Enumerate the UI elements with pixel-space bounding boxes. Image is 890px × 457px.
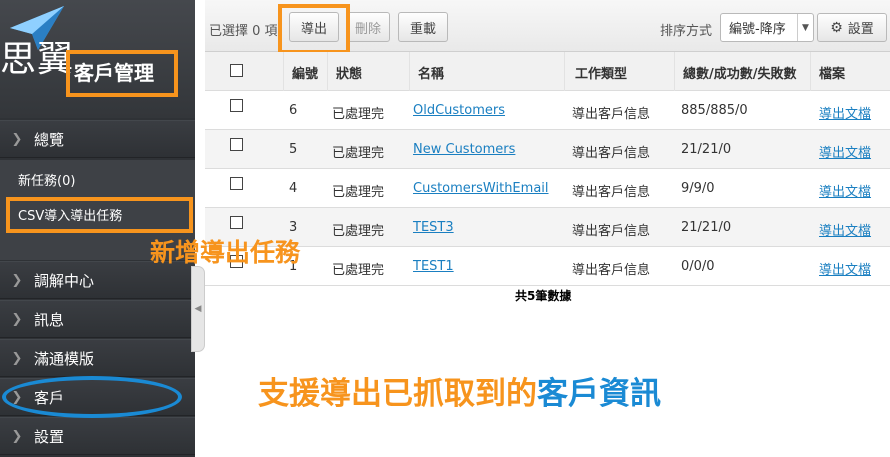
annotation-support-export-prefix: 支援導出已抓取到的: [258, 376, 537, 412]
export-file-link[interactable]: 導出文檔: [819, 142, 871, 161]
task-name-link[interactable]: TEST1: [413, 259, 454, 274]
select-all-checkbox[interactable]: [230, 64, 243, 77]
sort-select[interactable]: 編號-降序 ▼: [720, 13, 814, 42]
cell-type: 導出客戶信息: [572, 224, 651, 239]
table-footer-count: 共5筆數據: [515, 289, 572, 303]
cell-counts: 21/21/0: [681, 220, 732, 235]
cell-type: 導出客戶信息: [572, 146, 651, 161]
sort-select-value: 編號-降序: [729, 22, 786, 37]
chevron-right-icon: ❯: [11, 272, 23, 288]
export-file-link[interactable]: 導出文檔: [819, 181, 871, 200]
collapse-handle-icon[interactable]: ◀: [191, 266, 205, 352]
annotation-support-export: 支援導出已抓取到的客戶資訊: [258, 368, 661, 413]
cell-type: 導出客戶信息: [572, 107, 651, 122]
cell-counts: 21/21/0: [681, 142, 732, 157]
table-row[interactable]: 1 已處理完 TEST1 導出客戶信息 0/0/0 導出文檔: [205, 247, 890, 286]
row-checkbox[interactable]: [230, 138, 243, 151]
selected-count: 已選擇 0 項: [209, 24, 278, 39]
table-row[interactable]: 5 已處理完 New Customers 導出客戶信息 21/21/0 導出文檔: [205, 130, 890, 169]
row-checkbox[interactable]: [230, 99, 243, 112]
column-header: 工作類型: [575, 67, 628, 82]
task-name-link[interactable]: TEST3: [413, 220, 454, 235]
highlight-box-csv: [6, 197, 193, 233]
chevron-right-icon: ❯: [11, 311, 23, 327]
cell-counts: 885/885/0: [681, 103, 748, 118]
cell-id: 5: [289, 142, 298, 157]
sidebar-item-label: 調解中心: [34, 271, 95, 290]
annotation-new-export-task: 新增導出任務: [150, 238, 301, 267]
sidebar-item-label: 總覽: [34, 130, 65, 149]
highlight-box-title: [66, 50, 178, 97]
cell-type: 導出客戶信息: [572, 185, 651, 200]
highlight-box-export: [278, 4, 350, 54]
cell-status: 已處理完: [332, 107, 385, 122]
sidebar-item-overview[interactable]: ❯ 總覽: [0, 120, 195, 158]
export-file-link[interactable]: 導出文檔: [819, 220, 871, 239]
sidebar-item-label: 滿通模版: [34, 349, 95, 368]
chevron-right-icon: ❯: [11, 428, 23, 444]
cell-status: 已處理完: [332, 263, 385, 278]
row-checkbox[interactable]: [230, 216, 243, 229]
sidebar-subitem-new-tasks[interactable]: 新任務(0): [18, 170, 75, 189]
cell-counts: 0/0/0: [681, 259, 715, 274]
column-header: 總數/成功數/失敗數: [683, 67, 797, 82]
chevron-right-icon: ❯: [11, 350, 23, 366]
sidebar-item-settings[interactable]: ❯ 設置: [0, 417, 195, 455]
delete-button[interactable]: 刪除: [346, 12, 390, 42]
table-row[interactable]: 4 已處理完 CustomersWithEmail 導出客戶信息 9/9/0 導…: [205, 169, 890, 208]
cell-type: 導出客戶信息: [572, 263, 651, 278]
gear-icon: ⚙: [830, 19, 843, 36]
task-name-link[interactable]: New Customers: [413, 142, 515, 157]
column-header: 名稱: [418, 67, 445, 82]
sidebar-item-templates[interactable]: ❯ 滿通模版: [0, 339, 195, 377]
cell-id: 4: [289, 181, 298, 196]
column-header: 檔案: [819, 67, 846, 82]
reload-button[interactable]: 重載: [398, 12, 448, 42]
table-header: 編號 狀態 名稱 工作類型 總數/成功數/失敗數 檔案: [205, 52, 890, 91]
cell-id: 6: [289, 103, 298, 118]
row-checkbox[interactable]: [230, 177, 243, 190]
cell-counts: 9/9/0: [681, 181, 715, 196]
column-header: 編號: [292, 67, 319, 82]
annotation-support-export-highlight: 客戶資訊: [537, 376, 661, 412]
logo-text: 思翼: [0, 39, 75, 80]
sidebar-item-label: 設置: [34, 427, 65, 446]
sort-label: 排序方式: [660, 24, 713, 39]
sidebar-item-label: 訊息: [34, 310, 65, 329]
cell-status: 已處理完: [332, 224, 385, 239]
cell-status: 已處理完: [332, 185, 385, 200]
table-row[interactable]: 6 已處理完 OldCustomers 導出客戶信息 885/885/0 導出文…: [205, 91, 890, 130]
settings-label: 設置: [847, 22, 874, 37]
export-file-link[interactable]: 導出文檔: [819, 103, 871, 122]
highlight-ellipse-customers: [2, 376, 182, 418]
task-name-link[interactable]: CustomersWithEmail: [413, 181, 549, 196]
column-header: 狀態: [336, 67, 363, 82]
chevron-down-icon: ▼: [797, 14, 813, 41]
sidebar-item-messages[interactable]: ❯ 訊息: [0, 300, 195, 338]
settings-button[interactable]: ⚙ 設置: [817, 13, 887, 42]
task-name-link[interactable]: OldCustomers: [413, 103, 505, 118]
export-file-link[interactable]: 導出文檔: [819, 259, 871, 278]
cell-status: 已處理完: [332, 146, 385, 161]
chevron-right-icon: ❯: [11, 131, 23, 147]
table-row[interactable]: 3 已處理完 TEST3 導出客戶信息 21/21/0 導出文檔: [205, 208, 890, 247]
